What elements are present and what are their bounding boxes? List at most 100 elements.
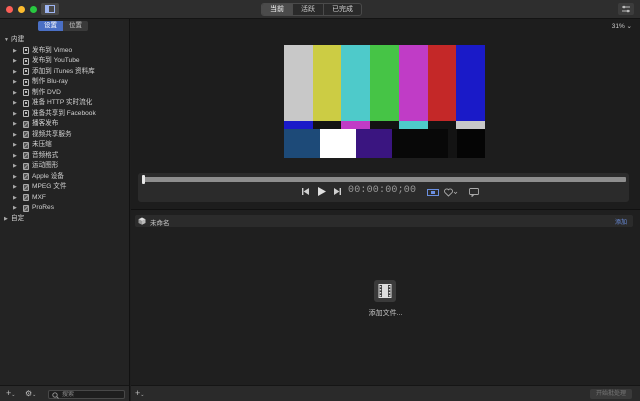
disclosure-closed-icon[interactable]: ▶: [13, 88, 17, 99]
disclosure-closed-icon[interactable]: ▶: [4, 214, 8, 225]
view-options-icon[interactable]: [427, 189, 439, 196]
disclosure-closed-icon[interactable]: ▶: [13, 203, 17, 214]
chevron-down-icon: ⌄: [11, 392, 16, 398]
tab-locations[interactable]: 位置: [63, 21, 88, 31]
disclosure-closed-icon[interactable]: ▶: [13, 67, 17, 78]
disclosure-closed-icon[interactable]: ▶: [13, 193, 17, 204]
skip-forward-icon[interactable]: [333, 187, 342, 196]
setting-item[interactable]: ▶ 未压缩: [0, 140, 130, 151]
setting-icon: [23, 162, 29, 170]
setting-item[interactable]: ▶ ProRes: [0, 203, 130, 214]
batch-title[interactable]: 未命名: [150, 217, 170, 227]
sidebar-toggle-button[interactable]: [41, 3, 59, 15]
tab-current[interactable]: 当前: [262, 4, 293, 15]
device-icon: [23, 78, 29, 86]
setting-item[interactable]: ▶ 发布到 YouTube: [0, 56, 130, 67]
search-input[interactable]: [62, 391, 122, 398]
add-files-button[interactable]: [374, 280, 396, 302]
disclosure-closed-icon[interactable]: ▶: [13, 161, 17, 172]
color-bar: [398, 45, 428, 121]
color-bar: [284, 129, 320, 158]
setting-item[interactable]: ▶ MXF: [0, 193, 130, 204]
search-icon: [52, 392, 59, 399]
skip-back-icon[interactable]: [301, 187, 310, 196]
setting-item-label: 准备共享到 Facebook: [32, 109, 96, 117]
comment-icon[interactable]: [469, 188, 479, 197]
tab-settings[interactable]: 设置: [38, 21, 63, 31]
chevron-down-icon: ⌄: [140, 392, 145, 398]
tab-active[interactable]: 活跃: [293, 4, 324, 15]
device-icon: [23, 110, 29, 117]
start-batch-button[interactable]: 开始批处理: [590, 389, 632, 399]
setting-item[interactable]: ▶ 发布到 Vimeo: [0, 46, 130, 57]
chevron-down-icon: ⌄: [626, 23, 632, 30]
group-label: 内建: [11, 36, 25, 43]
timecode-display: 00:00:00;00: [348, 185, 417, 196]
setting-item-label: MPEG 文件: [32, 183, 67, 190]
disclosure-closed-icon[interactable]: ▶: [13, 77, 17, 88]
color-bar: [284, 121, 313, 129]
setting-item-label: 运动图形: [32, 162, 59, 169]
disclosure-open-icon[interactable]: ▼: [4, 35, 9, 46]
setting-item-label: 播客发布: [32, 120, 59, 127]
add-setting-button[interactable]: +⌄: [6, 389, 15, 400]
disclosure-closed-icon[interactable]: ▶: [13, 46, 17, 57]
batch-footer: +⌄ 开始批处理: [131, 385, 640, 401]
add-button[interactable]: 添加: [615, 217, 627, 226]
disclosure-closed-icon[interactable]: ▶: [13, 182, 17, 193]
batch-cube-icon: [138, 217, 146, 225]
chevron-down-icon: ⌄: [32, 392, 37, 398]
close-window-button[interactable]: [6, 6, 13, 13]
setting-item[interactable]: ▶ 准备 HTTP 实时流化: [0, 98, 130, 109]
color-bar: [392, 129, 448, 158]
preview-viewer: 31% ⌄ 00:00:00;00: [131, 19, 640, 209]
color-bar: [356, 129, 392, 158]
disclosure-closed-icon[interactable]: ▶: [13, 109, 17, 120]
setting-item[interactable]: ▶ 视频共享服务: [0, 130, 130, 141]
preview-image: [284, 45, 486, 158]
device-icon: [23, 68, 29, 75]
timeline-scrubber[interactable]: [143, 177, 626, 182]
setting-item[interactable]: ▶ 播客发布: [0, 119, 130, 130]
setting-item[interactable]: ▶ MPEG 文件: [0, 182, 130, 193]
action-menu-button[interactable]: ⚙⌄: [25, 389, 36, 400]
search-field: [48, 390, 125, 399]
setting-item[interactable]: ▶ 准备共享到 Facebook: [0, 109, 130, 120]
disclosure-closed-icon[interactable]: ▶: [13, 98, 17, 109]
add-batch-button[interactable]: +⌄: [135, 389, 144, 400]
group-builtin[interactable]: ▼ 内建: [0, 35, 130, 46]
setting-item[interactable]: ▶ 运动图形: [0, 161, 130, 172]
zoom-window-button[interactable]: [30, 6, 37, 13]
disclosure-closed-icon[interactable]: ▶: [13, 56, 17, 67]
disclosure-closed-icon[interactable]: ▶: [13, 130, 17, 141]
disclosure-closed-icon[interactable]: ▶: [13, 119, 17, 130]
setting-icon: [23, 173, 29, 180]
group-custom[interactable]: ▶ 自定: [0, 214, 130, 225]
inspector-button[interactable]: [618, 3, 634, 15]
setting-item[interactable]: ▶ Apple 设备: [0, 172, 130, 183]
disclosure-closed-icon[interactable]: ▶: [13, 172, 17, 183]
setting-item[interactable]: ▶ 音频格式: [0, 151, 130, 162]
color-bars-bottom: [284, 129, 485, 158]
setting-item[interactable]: ▶ 制作 Blu-ray: [0, 77, 130, 88]
setting-item[interactable]: ▶ 制作 DVD: [0, 88, 130, 99]
color-bar: [370, 45, 399, 121]
title-bar: 当前 活跃 已完成: [0, 0, 640, 19]
setting-icon: [23, 120, 29, 128]
tab-completed[interactable]: 已完成: [324, 4, 361, 15]
device-icon: [23, 57, 29, 65]
favorite-heart-icon[interactable]: [444, 188, 458, 197]
setting-item-label: 添加到 iTunes 资料库: [32, 67, 95, 75]
play-icon[interactable]: [316, 186, 327, 197]
add-files-label: 添加文件...: [368, 310, 403, 317]
playhead-handle[interactable]: [142, 175, 145, 184]
color-bar: [456, 121, 486, 129]
disclosure-closed-icon[interactable]: ▶: [13, 140, 17, 151]
setting-item-label: Apple 设备: [32, 172, 64, 180]
minimize-window-button[interactable]: [18, 6, 25, 13]
zoom-menu[interactable]: 31% ⌄: [612, 22, 632, 30]
group-label: 自定: [11, 214, 25, 222]
inspector-icon: [622, 5, 630, 13]
setting-item[interactable]: ▶ 添加到 iTunes 资料库: [0, 67, 130, 78]
disclosure-closed-icon[interactable]: ▶: [13, 151, 17, 162]
